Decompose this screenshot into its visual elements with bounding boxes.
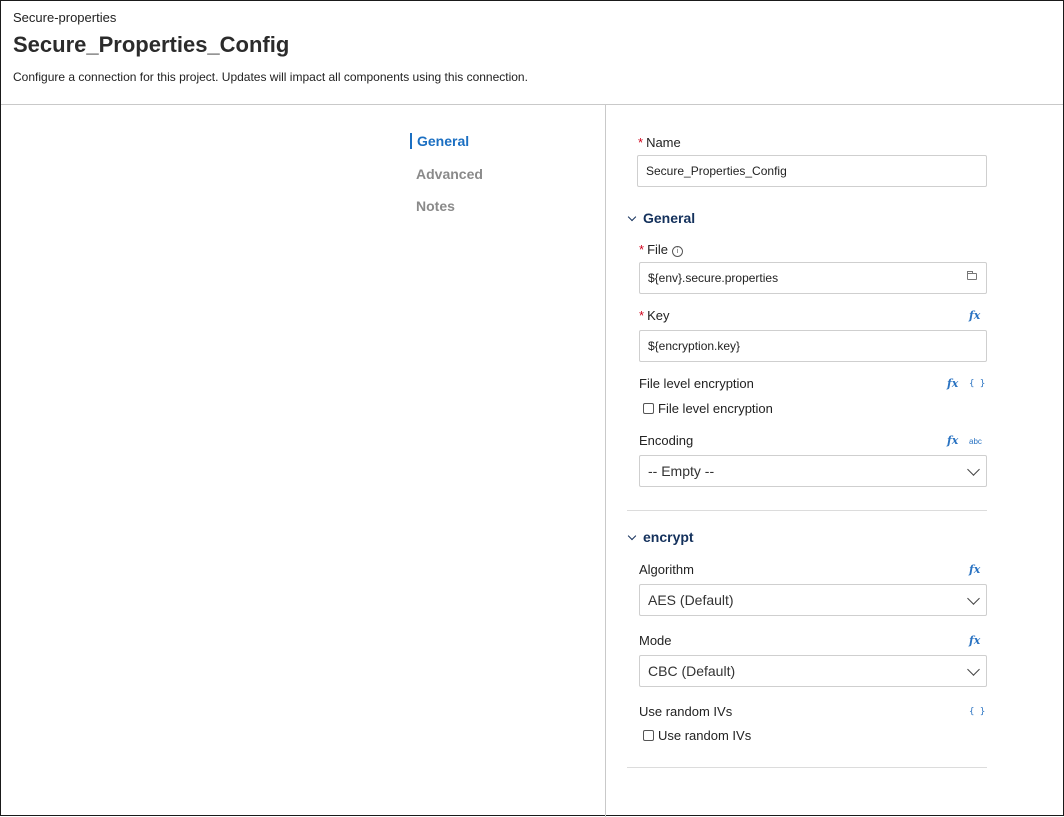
page-title: Secure_Properties_Config	[13, 32, 290, 57]
general-section-toggle[interactable]: General	[627, 210, 695, 226]
required-marker: *	[638, 135, 644, 150]
key-input[interactable]	[639, 330, 987, 362]
chevron-down-icon	[627, 212, 637, 222]
use-random-ivs-braces-icon[interactable]: { }	[969, 707, 985, 717]
file-level-encryption-braces-icon[interactable]: { }	[969, 379, 985, 389]
chevron-down-icon	[967, 463, 980, 476]
name-label: * Name	[638, 135, 681, 150]
mode-label: Mode	[639, 633, 672, 648]
algorithm-fx-icon[interactable]: fx	[969, 563, 980, 576]
page-description: Configure a connection for this project.…	[13, 70, 528, 84]
use-random-ivs-checkbox[interactable]	[643, 730, 654, 741]
algorithm-select[interactable]: AES (Default)	[639, 584, 987, 616]
chevron-down-icon	[627, 531, 637, 541]
encoding-text-mode-icon[interactable]: abc	[969, 437, 982, 446]
page-header: Secure-properties Secure_Properties_Conf…	[1, 1, 1063, 105]
mode-fx-icon[interactable]: fx	[969, 634, 980, 647]
encrypt-section-toggle[interactable]: encrypt	[627, 529, 694, 545]
connector-type-label: Secure-properties	[13, 10, 117, 25]
nav-item-notes[interactable]: Notes	[410, 198, 455, 214]
file-label: * File i	[639, 242, 684, 257]
use-random-ivs-checkbox-row[interactable]: Use random IVs	[643, 728, 751, 743]
use-random-ivs-checkbox-label[interactable]: Use random IVs	[658, 728, 751, 743]
required-marker: *	[639, 242, 645, 257]
mode-select[interactable]: CBC (Default)	[639, 655, 987, 687]
vertical-divider	[605, 105, 606, 817]
section-divider	[627, 510, 987, 511]
required-marker: *	[639, 308, 645, 323]
name-input[interactable]	[637, 155, 987, 187]
use-random-ivs-label: Use random IVs	[639, 704, 733, 719]
file-level-encryption-checkbox-row[interactable]: File level encryption	[643, 401, 773, 416]
section-divider	[627, 767, 987, 768]
info-icon[interactable]: i	[672, 246, 684, 257]
nav-item-general[interactable]: General	[410, 133, 469, 149]
key-expression-fx-icon[interactable]: fx	[969, 309, 980, 322]
encoding-label: Encoding	[639, 433, 694, 448]
chevron-down-icon	[967, 592, 980, 605]
file-level-encryption-fx-icon[interactable]: fx	[947, 377, 958, 390]
chevron-down-icon	[967, 663, 980, 676]
file-level-encryption-checkbox-label[interactable]: File level encryption	[658, 401, 773, 416]
encoding-fx-icon[interactable]: fx	[947, 434, 958, 447]
file-level-encryption-checkbox[interactable]	[643, 403, 654, 414]
algorithm-label: Algorithm	[639, 562, 694, 577]
encoding-select[interactable]: -- Empty --	[639, 455, 987, 487]
key-label: * Key	[639, 308, 670, 323]
nav-item-advanced[interactable]: Advanced	[410, 166, 483, 182]
file-input[interactable]	[639, 262, 987, 294]
folder-icon[interactable]	[967, 271, 977, 280]
file-level-encryption-label: File level encryption	[639, 376, 754, 391]
